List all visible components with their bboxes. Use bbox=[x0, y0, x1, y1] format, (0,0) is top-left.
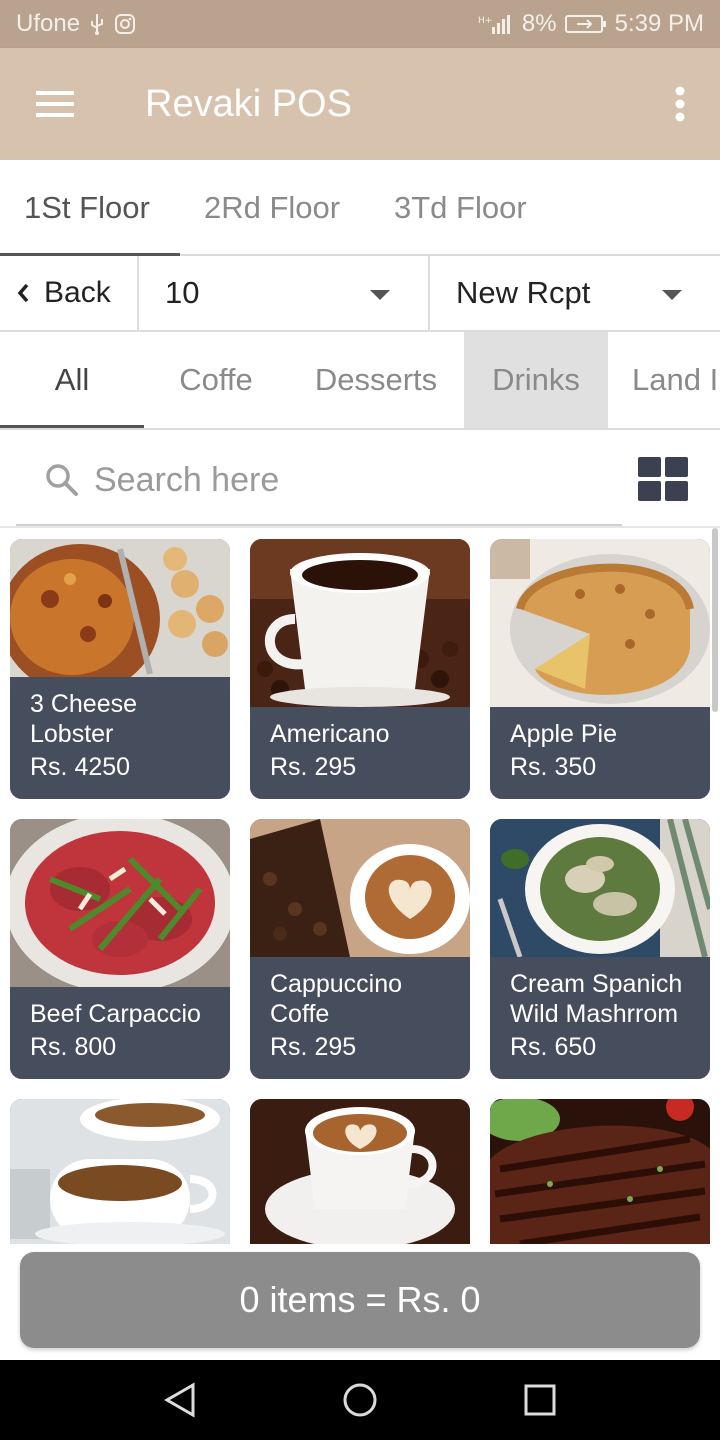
tab-label: Land I bbox=[632, 362, 719, 397]
tab-3rd-floor[interactable]: 3Td Floor bbox=[370, 160, 560, 256]
order-controls: Back 10 New Rcpt bbox=[0, 256, 720, 332]
product-price: Rs. 4250 bbox=[30, 753, 131, 781]
table-select-value: 10 bbox=[165, 275, 200, 310]
product-price: Rs. 350 bbox=[510, 753, 597, 781]
product-card[interactable] bbox=[490, 1099, 710, 1244]
search-icon bbox=[44, 462, 80, 503]
nav-home-button[interactable] bbox=[320, 1360, 400, 1440]
cart-summary-button[interactable]: 0 items = Rs. 0 bbox=[20, 1252, 700, 1348]
tab-1st-floor[interactable]: 1St Floor bbox=[0, 160, 180, 258]
search-underline bbox=[16, 524, 622, 526]
svg-text:H+: H+ bbox=[478, 16, 492, 26]
product-name: Beef Carpaccio bbox=[30, 1000, 201, 1028]
product-name-line-2: Coffe bbox=[270, 1000, 330, 1028]
tab-category-all[interactable]: All bbox=[0, 332, 144, 428]
search-bar bbox=[0, 430, 720, 528]
floor-tabs: 1St Floor 2Rd Floor 3Td Floor bbox=[0, 160, 720, 258]
americano-coffee-photo bbox=[250, 539, 470, 707]
latte-art-photo bbox=[250, 1099, 470, 1244]
product-caption: Americano Rs. 295 bbox=[250, 707, 470, 799]
apple-pie-photo bbox=[490, 539, 710, 707]
square-recents-icon bbox=[524, 1384, 556, 1416]
carrier-label: Ufone bbox=[16, 10, 81, 37]
search-input[interactable] bbox=[94, 452, 594, 508]
nav-recents-button[interactable] bbox=[500, 1360, 580, 1440]
back-label: Back bbox=[44, 276, 111, 309]
product-card[interactable]: Americano Rs. 295 bbox=[250, 539, 470, 799]
tab-category-coffe[interactable]: Coffe bbox=[144, 332, 288, 428]
chevron-left-icon bbox=[17, 283, 29, 303]
app-bar: Revaki POS bbox=[0, 48, 720, 160]
product-caption: Apple Pie Rs. 350 bbox=[490, 707, 710, 799]
product-card[interactable]: Beef Carpaccio Rs. 800 bbox=[10, 819, 230, 1079]
instagram-icon bbox=[114, 13, 136, 35]
product-name: Cappuccino bbox=[270, 970, 403, 998]
tab-label: Coffe bbox=[179, 362, 253, 397]
signal-icon: H+ bbox=[478, 13, 514, 35]
chevron-down-icon bbox=[370, 290, 390, 300]
product-caption: Cream Spanich Wild Mashrrom Rs. 650 bbox=[490, 957, 710, 1079]
status-bar: Ufone H+ 8% 5:39 PM bbox=[0, 0, 720, 48]
grid-scrollbar[interactable] bbox=[712, 528, 718, 712]
system-nav-bar bbox=[0, 1360, 720, 1440]
tab-label: 2Rd Floor bbox=[204, 190, 341, 225]
battery-percent: 8% bbox=[521, 10, 557, 37]
product-caption: Beef Carpaccio Rs. 800 bbox=[10, 987, 230, 1079]
product-name-line-2: Wild Mashrrom bbox=[510, 1000, 679, 1028]
tab-2nd-floor[interactable]: 2Rd Floor bbox=[180, 160, 370, 256]
tab-category-desserts[interactable]: Desserts bbox=[288, 332, 464, 428]
grilled-steak-photo bbox=[490, 1099, 710, 1244]
tab-label: Desserts bbox=[314, 362, 438, 397]
product-name: Apple Pie bbox=[510, 720, 618, 748]
product-price: Rs. 295 bbox=[270, 1033, 357, 1061]
table-select[interactable]: 10 bbox=[139, 256, 430, 330]
cart-summary-text: 0 items = Rs. 0 bbox=[239, 1279, 481, 1320]
creamed-spinach-photo bbox=[490, 819, 710, 957]
product-caption: 3 Cheese Lobster Rs. 4250 bbox=[10, 677, 230, 799]
tab-category-drinks[interactable]: Drinks bbox=[464, 332, 608, 428]
menu-button[interactable] bbox=[0, 48, 112, 160]
triangle-back-icon bbox=[163, 1382, 195, 1418]
battery-icon bbox=[564, 13, 607, 35]
nav-back-button[interactable] bbox=[140, 1360, 220, 1440]
back-button[interactable]: Back bbox=[0, 256, 139, 330]
more-vert-icon bbox=[675, 86, 685, 122]
product-card[interactable] bbox=[250, 1099, 470, 1244]
product-price: Rs. 800 bbox=[30, 1033, 117, 1061]
usb-icon bbox=[88, 13, 106, 35]
chevron-down-icon bbox=[662, 290, 682, 300]
product-card[interactable] bbox=[10, 1099, 230, 1244]
menu-icon bbox=[36, 91, 74, 117]
product-name-line-2: Lobster bbox=[30, 720, 114, 748]
product-price: Rs. 295 bbox=[270, 753, 357, 781]
grid-view-icon[interactable] bbox=[638, 457, 688, 506]
product-name: Americano bbox=[270, 720, 390, 748]
clock: 5:39 PM bbox=[614, 10, 704, 37]
product-price: Rs. 650 bbox=[510, 1033, 597, 1061]
circle-home-icon bbox=[343, 1383, 377, 1417]
tab-category-land[interactable]: Land I bbox=[608, 332, 720, 428]
receipt-select-value: New Rcpt bbox=[456, 275, 591, 310]
tab-label: 1St Floor bbox=[24, 190, 150, 225]
category-tabs: All Coffe Desserts Drinks Land I bbox=[0, 332, 720, 430]
lobster-gratin-photo bbox=[10, 539, 230, 677]
product-grid: 3 Cheese Lobster Rs. 4250 Americano Rs. … bbox=[0, 528, 720, 1244]
receipt-select[interactable]: New Rcpt bbox=[430, 256, 720, 330]
tab-label: Drinks bbox=[492, 362, 580, 397]
app-title: Revaki POS bbox=[145, 82, 352, 125]
cappuccino-photo bbox=[250, 819, 470, 957]
more-options-button[interactable] bbox=[640, 48, 720, 160]
tab-label: 3Td Floor bbox=[394, 190, 527, 225]
product-name: 3 Cheese bbox=[30, 690, 138, 718]
product-card[interactable]: Apple Pie Rs. 350 bbox=[490, 539, 710, 799]
product-name: Cream Spanich bbox=[510, 970, 683, 998]
product-card[interactable]: 3 Cheese Lobster Rs. 4250 bbox=[10, 539, 230, 799]
beef-carpaccio-photo bbox=[10, 819, 230, 987]
product-card[interactable]: Cappuccino Coffe Rs. 295 bbox=[250, 819, 470, 1079]
espresso-cups-photo bbox=[10, 1099, 230, 1244]
product-card[interactable]: Cream Spanich Wild Mashrrom Rs. 650 bbox=[490, 819, 710, 1079]
product-caption: Cappuccino Coffe Rs. 295 bbox=[250, 957, 470, 1079]
tab-label: All bbox=[54, 362, 90, 397]
